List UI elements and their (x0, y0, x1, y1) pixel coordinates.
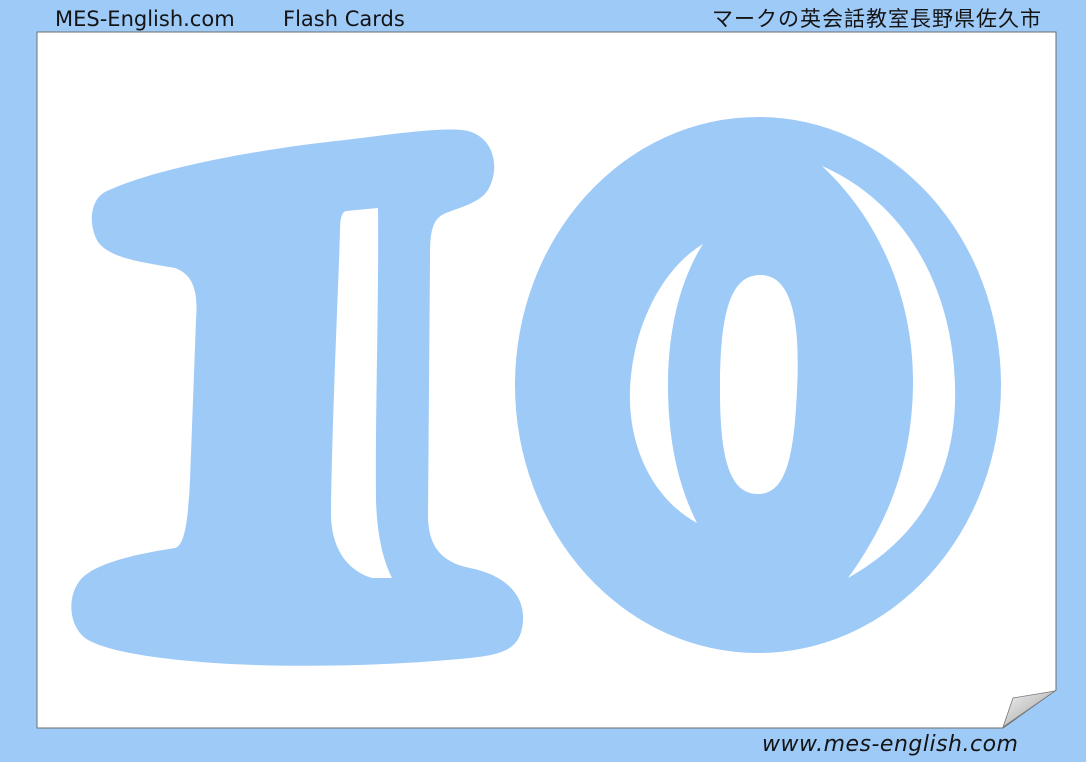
site-name: MES-English.com (55, 7, 235, 31)
digit-zero (515, 117, 1001, 653)
flash-card: MES-English.com Flash Cards マークの英会話教室長野県… (0, 0, 1086, 762)
footer-url: www.mes-english.com (762, 732, 1019, 757)
school-name: マークの英会話教室長野県佐久市 (712, 7, 1042, 31)
card-artwork (36, 31, 1057, 729)
digit-zero-hole (720, 275, 798, 494)
product-label: Flash Cards (283, 7, 405, 31)
